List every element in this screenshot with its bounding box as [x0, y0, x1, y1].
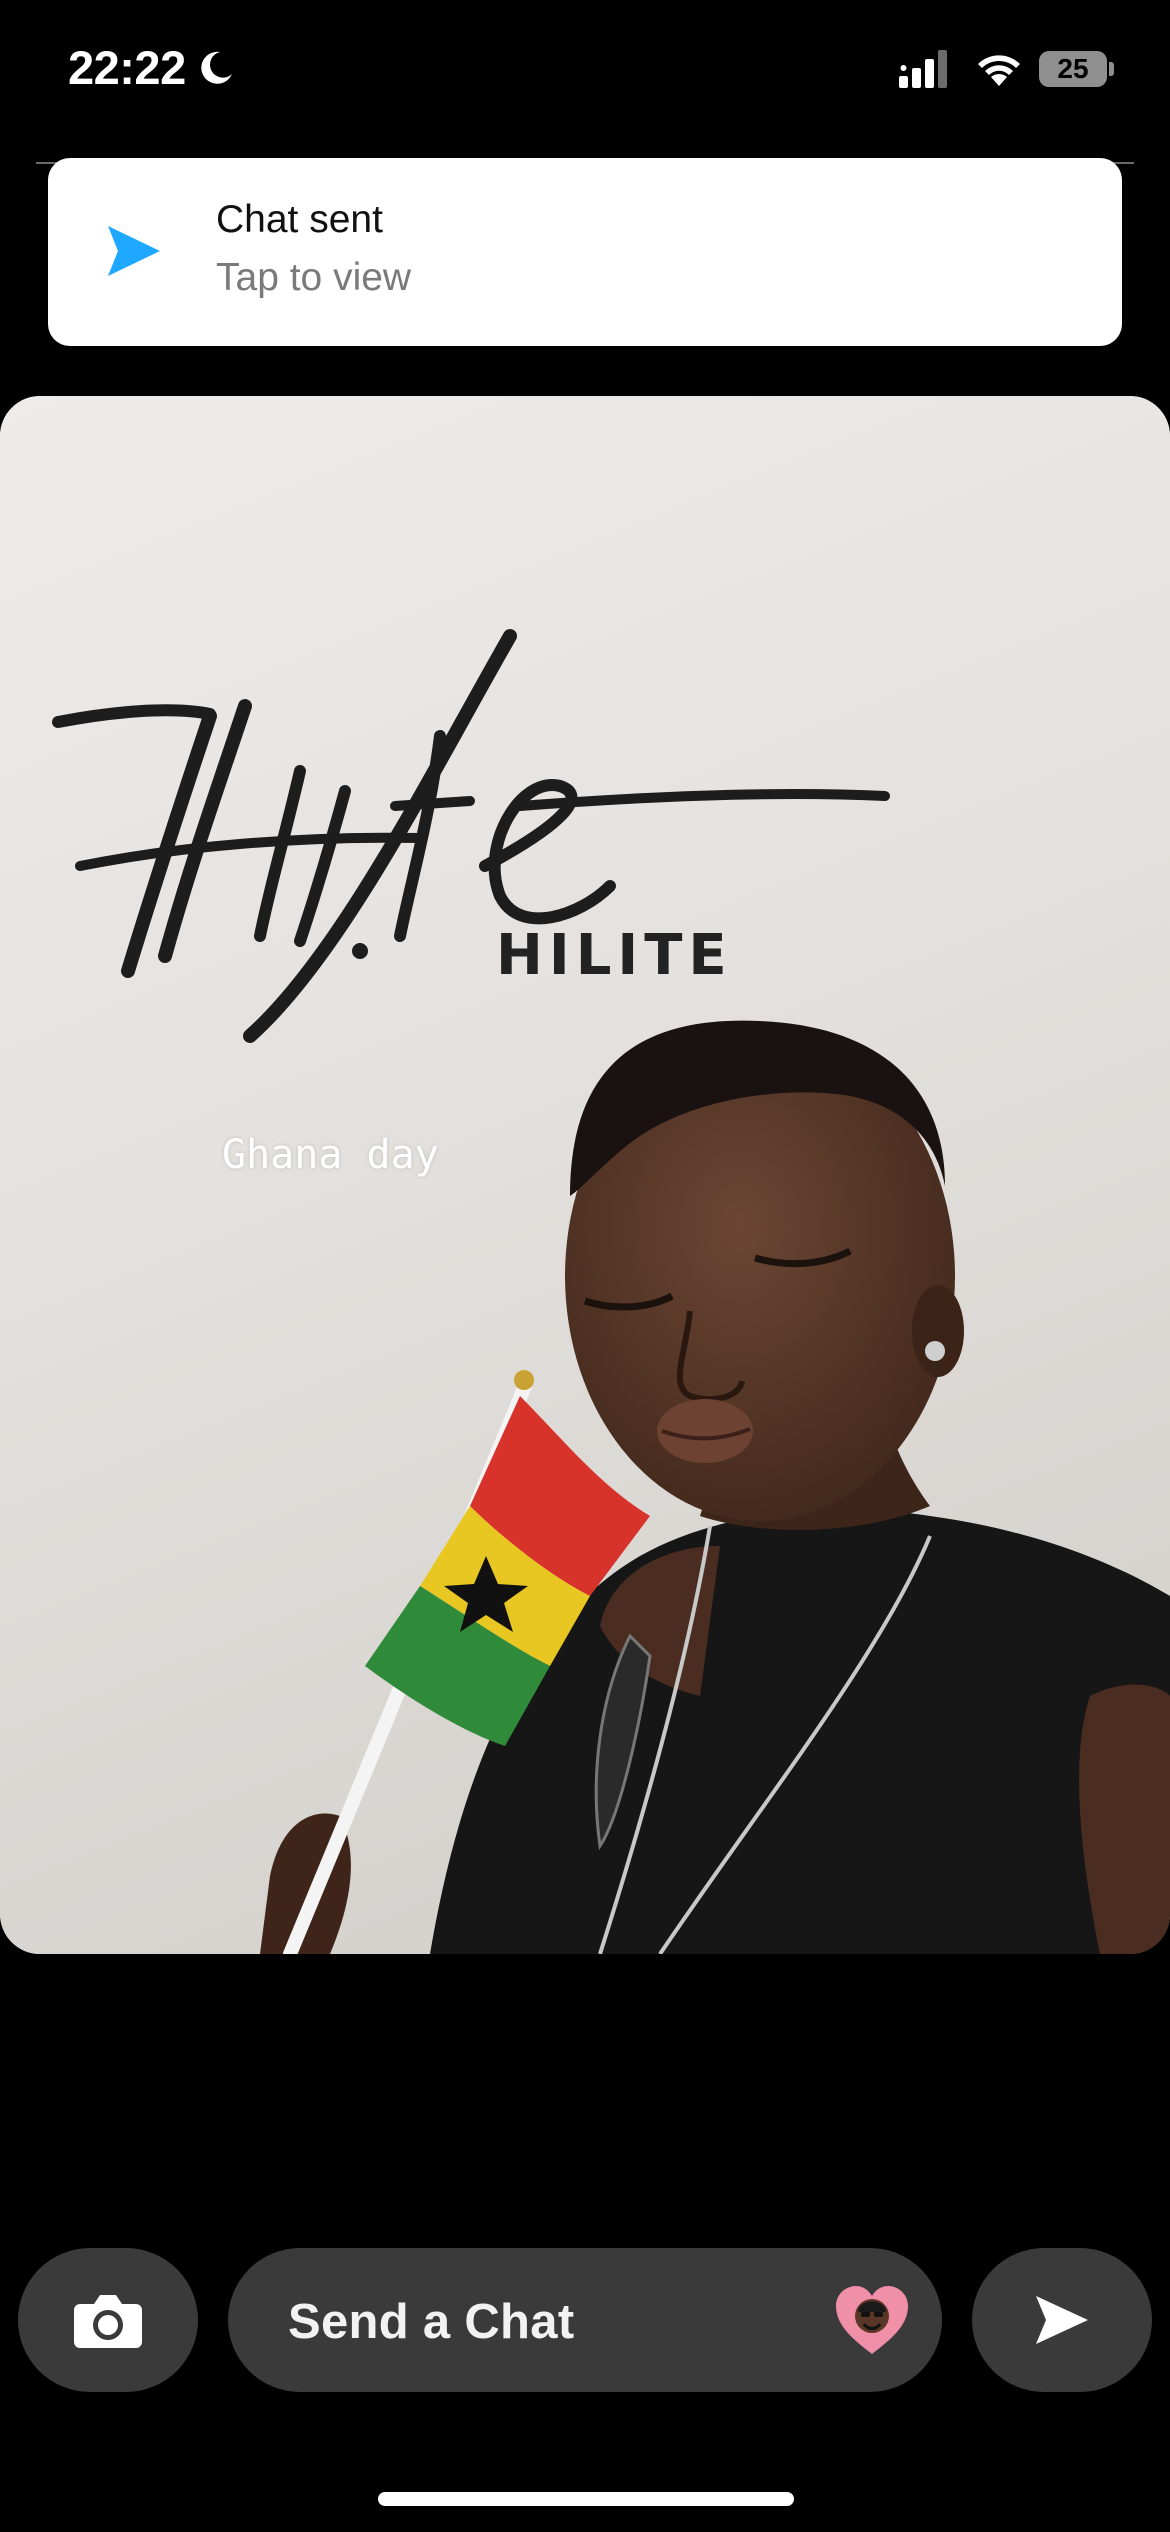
home-indicator[interactable] — [378, 2492, 794, 2506]
snap-photo-view[interactable]: HILITE Ghana day — [0, 396, 1170, 1954]
chat-input[interactable]: Send a Chat — [228, 2248, 942, 2392]
send-icon — [1036, 2296, 1088, 2344]
snap-photo: HILITE — [0, 396, 1170, 1954]
status-indicators: 25 — [899, 50, 1114, 88]
chat-sent-notification[interactable]: Chat sent Tap to view — [48, 158, 1122, 346]
moon-icon — [200, 51, 232, 84]
battery-icon: 25 — [1039, 51, 1107, 87]
notification-title: Chat sent — [216, 198, 383, 241]
status-time: 22:22 — [68, 41, 186, 94]
chat-composer: Send a Chat — [0, 2248, 1170, 2392]
camera-icon — [74, 2295, 142, 2348]
battery-level: 25 — [1057, 53, 1089, 84]
chat-input-placeholder: Send a Chat — [288, 2295, 575, 2349]
snap-caption: Ghana day — [222, 1132, 439, 1178]
wifi-icon — [978, 55, 1020, 86]
hilite-sign-text: HILITE — [496, 923, 733, 988]
status-bar: 22:22 25 — [0, 0, 1170, 150]
notification-subtitle: Tap to view — [216, 256, 412, 299]
battery-tip — [1109, 62, 1114, 76]
camera-button[interactable] — [18, 2248, 198, 2392]
send-button[interactable] — [972, 2248, 1152, 2392]
status-time-group: 22:22 — [68, 40, 236, 95]
send-arrow-icon — [108, 226, 160, 276]
cellular-signal-icon — [899, 50, 947, 88]
bitmoji-heart-icon[interactable] — [834, 2284, 910, 2356]
